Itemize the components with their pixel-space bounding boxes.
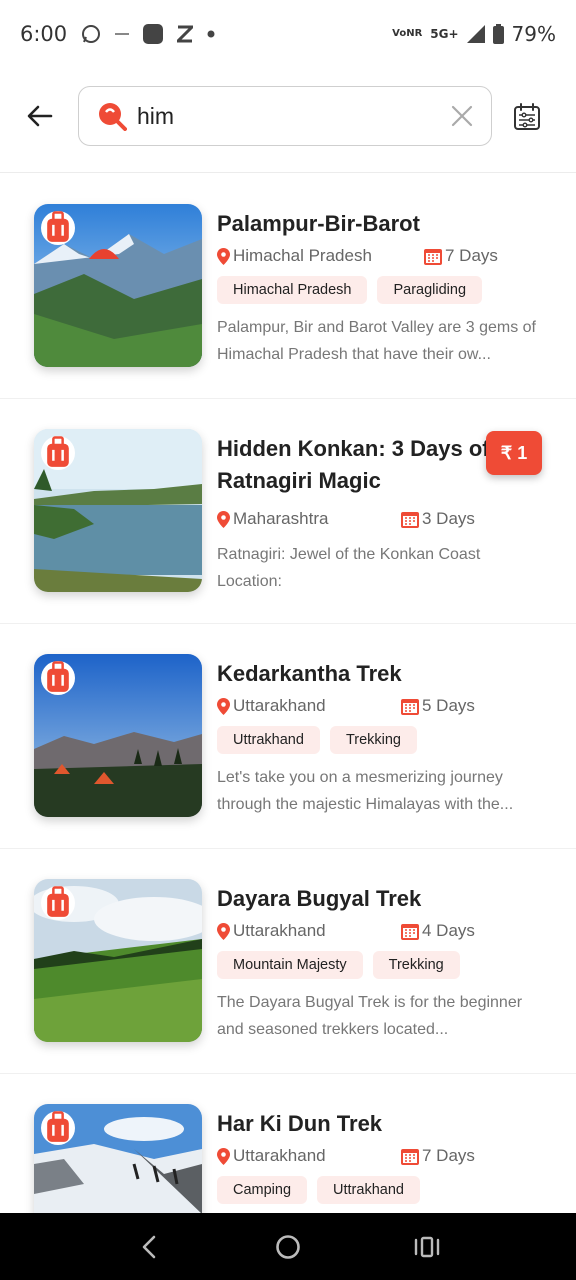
trip-card[interactable]: Kedarkantha Trek Uttarakhand 5 Days Uttr… bbox=[0, 624, 576, 849]
calendar-filter-icon[interactable] bbox=[510, 100, 544, 134]
trip-image[interactable] bbox=[34, 204, 202, 367]
close-icon[interactable] bbox=[449, 103, 475, 129]
trip-meta: Uttarakhand 5 Days bbox=[217, 696, 547, 720]
calendar-icon bbox=[401, 924, 419, 940]
trip-duration: 7 Days bbox=[445, 246, 498, 265]
trip-meta: Uttarakhand 4 Days bbox=[217, 921, 547, 945]
search-input[interactable] bbox=[137, 102, 437, 130]
location-pin-icon bbox=[217, 247, 230, 265]
trip-location: Uttarakhand bbox=[233, 921, 326, 940]
nav-recents-button[interactable] bbox=[407, 1227, 447, 1267]
trip-description: Palampur, Bir and Barot Valley are 3 gem… bbox=[217, 319, 536, 363]
trip-title: Dayara Bugyal Trek bbox=[217, 886, 422, 911]
trip-duration: 3 Days bbox=[422, 509, 475, 528]
trip-tag[interactable]: Himachal Pradesh bbox=[217, 276, 368, 304]
network-type: 5G+ bbox=[430, 27, 459, 41]
trip-tag[interactable]: Mountain Majesty bbox=[217, 951, 363, 979]
status-time: 6:00 bbox=[20, 22, 68, 46]
trip-tag[interactable]: Trekking bbox=[329, 726, 417, 754]
calendar-icon bbox=[401, 512, 419, 528]
location-pin-icon bbox=[217, 922, 230, 940]
trip-tag[interactable]: Uttrakhand bbox=[317, 1176, 420, 1204]
suitcase-icon bbox=[41, 886, 75, 920]
search-header bbox=[0, 68, 576, 173]
nav-home-button[interactable] bbox=[268, 1227, 308, 1267]
back-button[interactable] bbox=[22, 98, 58, 134]
app-icon bbox=[143, 24, 164, 44]
battery-icon bbox=[492, 24, 504, 44]
suitcase-icon bbox=[41, 211, 75, 245]
trip-meta: Himachal Pradesh 7 Days bbox=[217, 246, 547, 270]
trip-location: Maharashtra bbox=[233, 509, 329, 528]
trip-meta: Maharashtra 3 Days bbox=[217, 509, 547, 533]
dot-icon bbox=[207, 30, 215, 38]
trip-tag[interactable]: Trekking bbox=[372, 951, 460, 979]
trip-image[interactable] bbox=[34, 879, 202, 1042]
trip-location: Uttarakhand bbox=[233, 696, 326, 715]
battery-percent: 79% bbox=[511, 22, 556, 46]
whatsapp-icon bbox=[81, 24, 101, 44]
location-pin-icon bbox=[217, 1147, 230, 1165]
calendar-icon bbox=[401, 1149, 419, 1165]
arrow-left-icon bbox=[27, 105, 53, 127]
trip-description: Let's take you on a mesmerizing journey … bbox=[217, 769, 514, 813]
location-pin-icon bbox=[217, 510, 230, 528]
trip-card[interactable]: Palampur-Bir-Barot Himachal Pradesh 7 Da… bbox=[0, 174, 576, 399]
trip-card[interactable]: Hidden Konkan: 3 Days of Ratnagiri Magic… bbox=[0, 399, 576, 624]
dash-icon bbox=[115, 31, 130, 37]
trip-title: Hidden Konkan: 3 Days of Ratnagiri Magic bbox=[217, 436, 490, 493]
nav-back-button[interactable] bbox=[129, 1227, 169, 1267]
trip-tags: Himachal Pradesh Paragliding bbox=[217, 276, 483, 304]
home-circle-icon bbox=[276, 1234, 300, 1259]
z-app-icon bbox=[177, 25, 194, 43]
trip-image[interactable] bbox=[34, 654, 202, 817]
trip-image[interactable] bbox=[34, 429, 202, 592]
trip-meta: Uttarakhand 7 Days bbox=[217, 1146, 547, 1170]
system-nav-bar bbox=[0, 1213, 576, 1280]
trip-location: Uttarakhand bbox=[233, 1146, 326, 1165]
suitcase-icon bbox=[41, 436, 75, 470]
status-bar: 6:00 Vo NR 5G+ 79% bbox=[0, 0, 576, 68]
trip-card[interactable]: Har Ki Dun Trek Uttarakhand 7 Days Campi… bbox=[0, 1074, 576, 1213]
price-badge[interactable]: ₹ 1 bbox=[486, 431, 542, 475]
signal-icon bbox=[466, 25, 485, 43]
volte-indicator: Vo NR bbox=[392, 28, 423, 39]
trip-card[interactable]: Dayara Bugyal Trek Uttarakhand 4 Days Mo… bbox=[0, 849, 576, 1074]
trip-duration: 5 Days bbox=[422, 696, 475, 715]
trip-duration: 4 Days bbox=[422, 921, 475, 940]
suitcase-icon bbox=[41, 1111, 75, 1145]
trip-image[interactable] bbox=[34, 1104, 202, 1213]
trip-description: The Dayara Bugyal Trek is for the beginn… bbox=[217, 994, 523, 1038]
chevron-left-icon bbox=[143, 1235, 156, 1258]
trip-title: Kedarkantha Trek bbox=[217, 661, 402, 686]
trip-location: Himachal Pradesh bbox=[233, 246, 372, 265]
search-icon bbox=[99, 103, 127, 131]
trip-tags: Camping Uttrakhand bbox=[217, 1176, 420, 1204]
trip-title: Palampur-Bir-Barot bbox=[217, 211, 420, 236]
calendar-icon bbox=[424, 249, 442, 265]
trip-title: Har Ki Dun Trek bbox=[217, 1111, 383, 1136]
trip-tag[interactable]: Camping bbox=[217, 1176, 308, 1204]
suitcase-icon bbox=[41, 661, 75, 695]
trip-duration: 7 Days bbox=[422, 1146, 475, 1165]
search-bar[interactable] bbox=[78, 86, 492, 146]
recents-icon bbox=[414, 1236, 439, 1257]
calendar-icon bbox=[401, 699, 419, 715]
trip-list: Palampur-Bir-Barot Himachal Pradesh 7 Da… bbox=[0, 174, 576, 1213]
trip-description: Ratnagiri: Jewel of the Konkan Coast Loc… bbox=[217, 546, 481, 590]
trip-tags: Uttrakhand Trekking bbox=[217, 726, 417, 754]
trip-tags: Mountain Majesty Trekking bbox=[217, 951, 460, 979]
trip-tag[interactable]: Paragliding bbox=[377, 276, 483, 304]
trip-tag[interactable]: Uttrakhand bbox=[217, 726, 320, 754]
location-pin-icon bbox=[217, 697, 230, 715]
